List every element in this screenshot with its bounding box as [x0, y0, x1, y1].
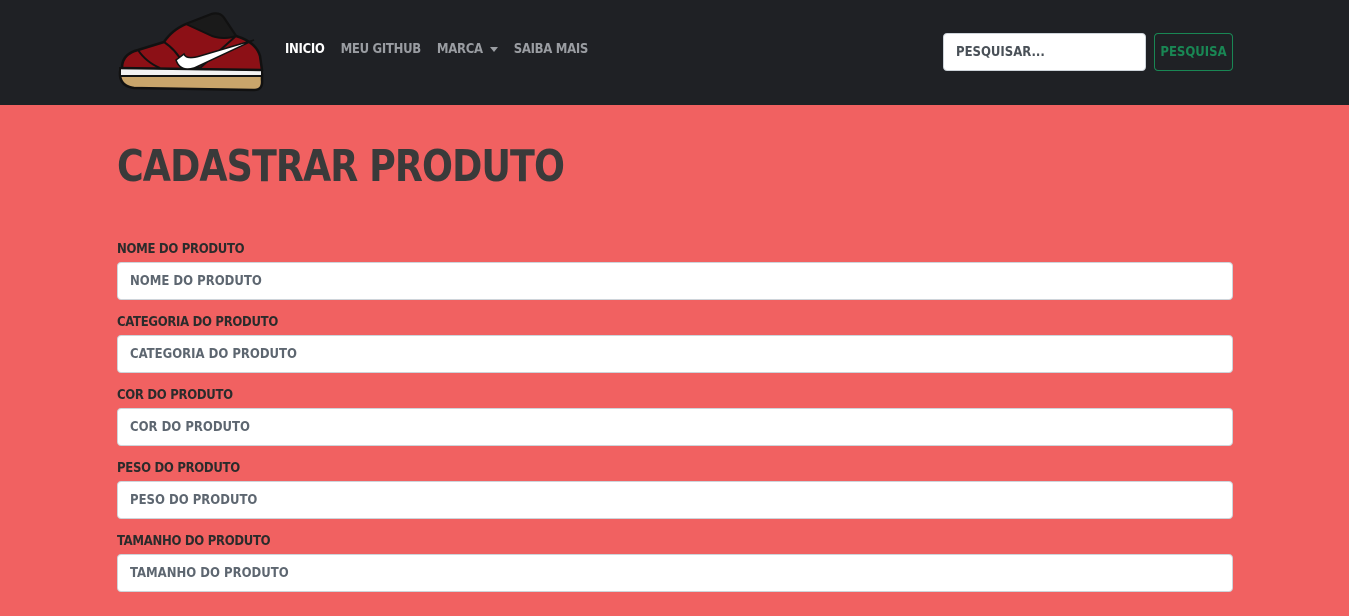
field-categoria: Categoria do produto: [117, 315, 1233, 373]
field-nome: Nome do produto: [117, 242, 1233, 300]
search-button[interactable]: Pesquisa: [1154, 33, 1233, 71]
field-label-nome: Nome do produto: [117, 242, 245, 257]
search-input[interactable]: [943, 33, 1146, 71]
nav-links: Inicio Meu Github Marca Saiba Mais: [285, 42, 588, 57]
nav-link-marca-label: Marca: [436, 42, 483, 57]
caret-down-icon: [489, 47, 498, 52]
main-content: Cadastrar Produto Nome do produto Catego…: [117, 105, 1233, 607]
field-tamanho: Tamanho do produto: [117, 534, 1233, 592]
field-label-tamanho: Tamanho do produto: [117, 534, 271, 549]
sneaker-logo-icon[interactable]: [116, 10, 264, 94]
nav-link-marca-dropdown[interactable]: Marca: [437, 42, 498, 57]
search-form: Pesquisa: [943, 33, 1233, 71]
nav-link-saiba-mais[interactable]: Saiba Mais: [514, 42, 589, 57]
field-peso: Peso do produto: [117, 461, 1233, 519]
nome-produto-input[interactable]: [117, 262, 1233, 300]
peso-produto-input[interactable]: [117, 481, 1233, 519]
tamanho-produto-input[interactable]: [117, 554, 1233, 592]
field-label-cor: Cor do produto: [117, 388, 233, 403]
cor-produto-input[interactable]: [117, 408, 1233, 446]
product-form: Nome do produto Categoria do produto Cor…: [117, 242, 1233, 592]
field-cor: Cor do produto: [117, 388, 1233, 446]
field-label-categoria: Categoria do produto: [117, 315, 278, 330]
categoria-produto-input[interactable]: [117, 335, 1233, 373]
field-label-peso: Peso do produto: [117, 461, 240, 476]
navbar: Inicio Meu Github Marca Saiba Mais Pesqu…: [0, 0, 1349, 105]
page-title: Cadastrar Produto: [117, 141, 565, 192]
nav-link-inicio[interactable]: Inicio: [285, 42, 325, 57]
nav-link-meu-github[interactable]: Meu Github: [341, 42, 422, 57]
